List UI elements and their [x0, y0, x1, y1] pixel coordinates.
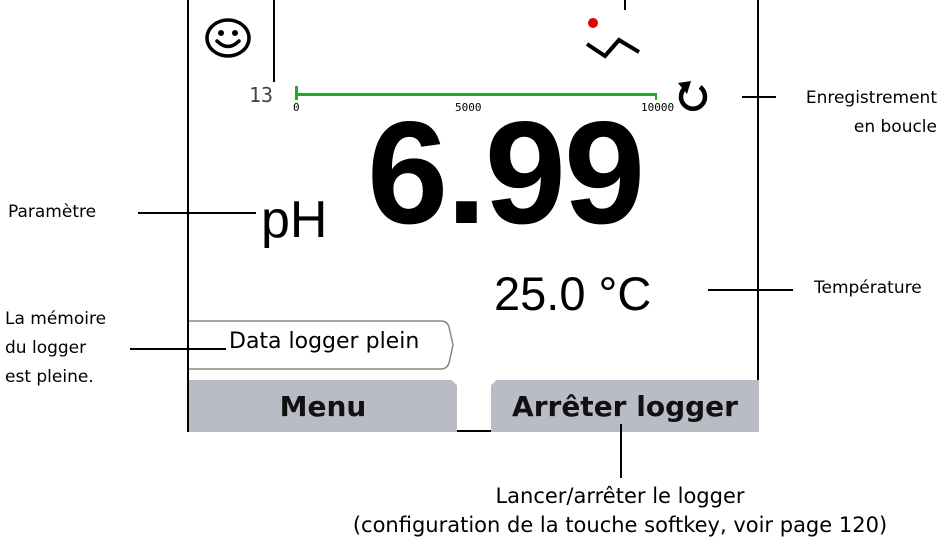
callout-line-temperature: [708, 289, 793, 291]
temperature-value: 25.0 °C: [494, 267, 652, 320]
callout-line-trend: [624, 0, 626, 10]
scale-min-label: 0: [293, 101, 300, 114]
logger-full-message: Data logger plein: [229, 329, 420, 354]
callout-line-memory: [130, 348, 226, 350]
callout-loop-recording: Enregistrement en boucle: [805, 88, 937, 137]
smiley-icon: [205, 18, 251, 58]
callout-line-count: [273, 0, 275, 82]
loop-icon: [678, 81, 708, 111]
scale-max-label: 10000: [641, 101, 675, 114]
stop-logger-softkey[interactable]: Arrêter logger: [491, 380, 759, 432]
measurement-value: 6.99: [367, 91, 645, 254]
menu-softkey[interactable]: Menu: [189, 380, 457, 432]
parameter-label: pH: [261, 191, 328, 249]
callout-memory-full: La mémoire du logger est pleine.: [5, 309, 107, 387]
callout-line-softkey: [620, 424, 622, 478]
record-count: 13: [249, 83, 274, 107]
callout-softkey: Lancer/arrêter le logger (configuration …: [352, 484, 888, 537]
callout-temperature: Température: [814, 278, 922, 298]
trend-icon: [585, 18, 641, 59]
callout-line-parameter: [138, 212, 256, 214]
callout-parameter: Paramètre: [8, 202, 97, 222]
callout-line-loop: [742, 96, 776, 98]
